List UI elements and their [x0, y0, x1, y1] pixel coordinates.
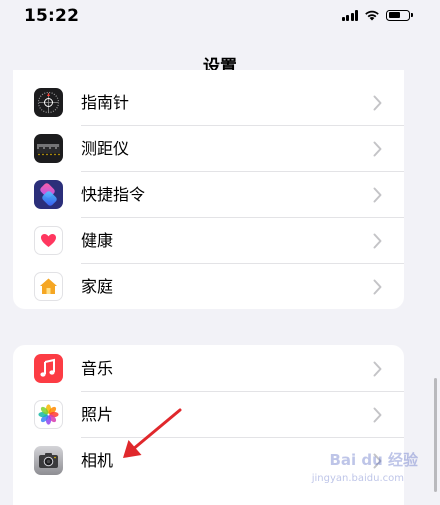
chevron-right-icon — [373, 279, 382, 295]
chevron-right-icon — [373, 407, 382, 423]
health-icon — [34, 226, 63, 255]
watermark-subtext: jingyan.baidu.com — [311, 473, 404, 484]
status-icons — [341, 9, 413, 21]
settings-row-health[interactable]: 健康 — [13, 218, 404, 264]
photos-icon — [34, 400, 63, 429]
settings-row-label: 相机 — [81, 451, 114, 470]
settings-row-compass[interactable]: 指南针 — [13, 80, 404, 126]
settings-row-shortcuts[interactable]: 快捷指令 — [13, 172, 404, 218]
settings-group-apps-1: 指南针 测距仪 快捷指令 健康 家庭 — [13, 70, 404, 309]
settings-row-music[interactable]: 音乐 — [13, 346, 404, 392]
settings-row-label: 照片 — [81, 405, 114, 424]
chevron-right-icon — [373, 233, 382, 249]
status-bar: 15:22 — [0, 0, 440, 34]
home-icon — [34, 272, 63, 301]
wifi-icon — [365, 10, 379, 21]
scroll-indicator[interactable] — [434, 378, 437, 492]
watermark-logo: Bai du 经验 — [329, 451, 418, 469]
cellular-signal-icon — [341, 9, 358, 21]
settings-row-label: 指南针 — [81, 93, 130, 112]
compass-icon — [34, 88, 63, 117]
settings-row-photos[interactable]: 照片 — [13, 392, 404, 438]
status-time: 15:22 — [24, 6, 80, 26]
chevron-right-icon — [373, 141, 382, 157]
settings-row-label: 快捷指令 — [81, 185, 146, 204]
measure-icon — [34, 134, 63, 163]
settings-row-label: 音乐 — [81, 359, 114, 378]
shortcuts-icon — [34, 180, 63, 209]
settings-row-measure[interactable]: 测距仪 — [13, 126, 404, 172]
music-icon — [34, 354, 63, 383]
settings-row-label: 健康 — [81, 231, 114, 250]
battery-icon — [386, 9, 413, 21]
settings-row-label: 测距仪 — [81, 139, 130, 158]
chevron-right-icon — [373, 187, 382, 203]
settings-row-label: 家庭 — [81, 277, 114, 296]
settings-row-home[interactable]: 家庭 — [13, 264, 404, 309]
chevron-right-icon — [373, 95, 382, 111]
camera-icon — [34, 446, 63, 475]
chevron-right-icon — [373, 361, 382, 377]
